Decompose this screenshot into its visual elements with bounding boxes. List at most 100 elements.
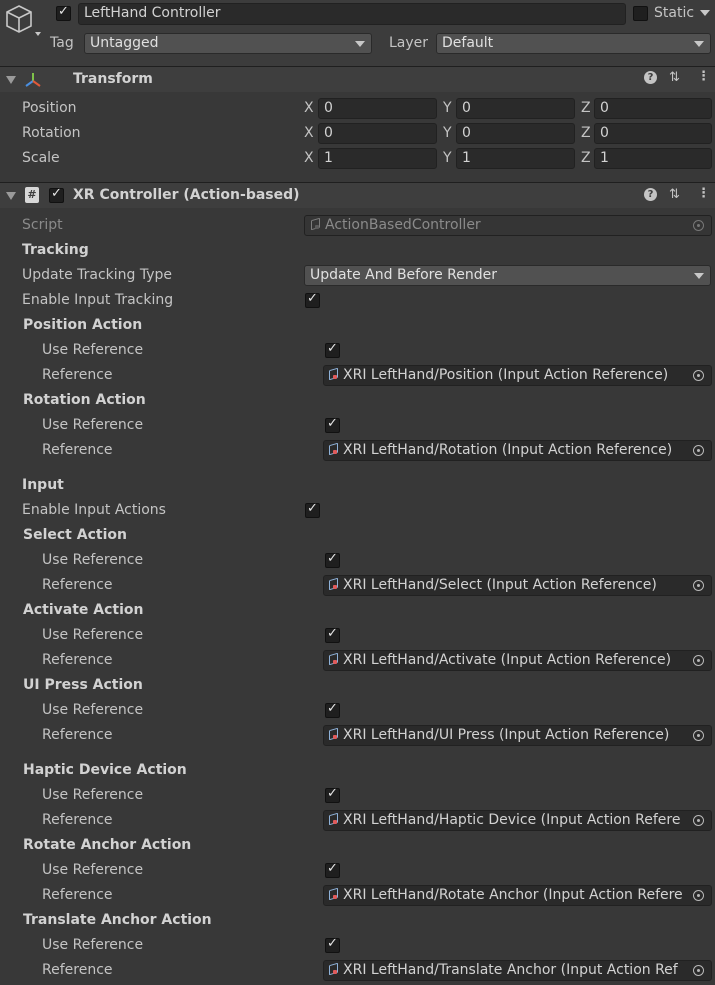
gameobject-cube-icon[interactable]: [5, 3, 45, 39]
haptic-reference-field[interactable]: XRI LeftHand/Haptic Device (Input Action…: [323, 810, 712, 831]
rotate-anchor-action-header: Rotate Anchor Action: [23, 837, 192, 853]
scale-z-field[interactable]: 1: [594, 148, 712, 169]
rotate-anchor-use-reference-checkbox[interactable]: [325, 861, 340, 878]
ui-press-reference-label: Reference: [42, 727, 113, 743]
translate-anchor-use-reference-checkbox[interactable]: [325, 936, 340, 953]
object-picker-icon[interactable]: [693, 370, 704, 381]
ui-press-use-reference-checkbox[interactable]: [325, 701, 340, 718]
position-use-reference-checkbox[interactable]: [325, 341, 340, 358]
position-x-label[interactable]: X: [304, 100, 314, 116]
update-tracking-caret-icon: [694, 273, 704, 279]
object-picker-icon[interactable]: [693, 890, 704, 901]
xr-enabled-checkbox[interactable]: [49, 186, 64, 203]
xr-more-menu-icon[interactable]: ⋮: [697, 186, 710, 201]
activate-reference-label: Reference: [42, 652, 113, 668]
xr-help-icon[interactable]: ?: [644, 188, 657, 201]
ui-press-reference-value: XRI LeftHand/UI Press (Input Action Refe…: [343, 727, 670, 743]
haptic-device-action-header: Haptic Device Action: [23, 762, 187, 778]
object-picker-icon[interactable]: [693, 815, 704, 826]
object-picker-icon[interactable]: [693, 580, 704, 591]
rotation-reference-field[interactable]: XRI LeftHand/Rotation (Input Action Refe…: [323, 440, 712, 461]
static-checkbox[interactable]: [633, 6, 648, 21]
scale-y-field[interactable]: 1: [456, 148, 575, 169]
object-picker-icon[interactable]: [693, 965, 704, 976]
object-picker-icon[interactable]: [693, 445, 704, 456]
position-reference-value: XRI LeftHand/Position (Input Action Refe…: [343, 367, 669, 383]
select-use-reference-label: Use Reference: [42, 552, 144, 568]
rotation-action-header: Rotation Action: [23, 392, 146, 408]
xr-presets-icon[interactable]: ⇅: [669, 187, 680, 202]
rotation-x-label[interactable]: X: [304, 125, 314, 141]
help-icon[interactable]: ?: [644, 71, 657, 84]
tag-caret-icon: [355, 41, 365, 47]
presets-icon[interactable]: ⇅: [669, 70, 680, 85]
rotation-reference-value: XRI LeftHand/Rotation (Input Action Refe…: [343, 442, 673, 458]
rotation-use-reference-label: Use Reference: [42, 417, 144, 433]
enable-input-actions-label: Enable Input Actions: [22, 502, 166, 518]
activate-use-reference-checkbox[interactable]: [325, 626, 340, 643]
rotation-reference-label: Reference: [42, 442, 113, 458]
layer-label: Layer: [389, 35, 429, 51]
active-checkbox[interactable]: [56, 4, 71, 21]
select-reference-field[interactable]: XRI LeftHand/Select (Input Action Refere…: [323, 575, 712, 596]
scale-y-label[interactable]: Y: [443, 150, 452, 166]
input-header: Input: [22, 477, 64, 493]
rotation-use-reference-checkbox[interactable]: [325, 416, 340, 433]
position-y-field[interactable]: 0: [456, 98, 575, 119]
activate-reference-field[interactable]: XRI LeftHand/Activate (Input Action Refe…: [323, 650, 712, 671]
position-x-field[interactable]: 0: [318, 98, 437, 119]
tag-dropdown[interactable]: Untagged: [84, 33, 372, 54]
script-picker-icon: [693, 220, 704, 231]
activate-reference-value: XRI LeftHand/Activate (Input Action Refe…: [343, 652, 672, 668]
input-action-reference-icon: [328, 653, 340, 665]
position-z-label[interactable]: Z: [581, 100, 591, 116]
transform-foldout-icon[interactable]: [6, 76, 16, 84]
script-label: Script: [22, 217, 63, 233]
select-action-header: Select Action: [23, 527, 127, 543]
rotation-z-label[interactable]: Z: [581, 125, 591, 141]
object-picker-icon[interactable]: [693, 730, 704, 741]
object-name-field[interactable]: LeftHand Controller: [78, 3, 626, 25]
ui-press-reference-field[interactable]: XRI LeftHand/UI Press (Input Action Refe…: [323, 725, 712, 746]
translate-anchor-reference-label: Reference: [42, 962, 113, 978]
rotation-x-field[interactable]: 0: [318, 123, 437, 144]
static-dropdown-icon[interactable]: [700, 10, 710, 16]
haptic-use-reference-checkbox[interactable]: [325, 786, 340, 803]
rotation-label: Rotation: [22, 125, 81, 141]
xr-foldout-icon[interactable]: [6, 192, 16, 200]
position-y-label[interactable]: Y: [443, 100, 452, 116]
scale-x-label[interactable]: X: [304, 150, 314, 166]
activate-use-reference-label: Use Reference: [42, 627, 144, 643]
haptic-reference-value: XRI LeftHand/Haptic Device (Input Action…: [343, 812, 681, 828]
activate-action-header: Activate Action: [23, 602, 144, 618]
update-tracking-dropdown[interactable]: Update And Before Render: [304, 265, 711, 286]
layer-dropdown[interactable]: Default: [436, 33, 711, 54]
script-field: ActionBasedController: [304, 215, 712, 236]
transform-title: Transform: [73, 71, 153, 87]
object-picker-icon[interactable]: [693, 655, 704, 666]
static-label: Static: [654, 5, 695, 21]
enable-input-tracking-label: Enable Input Tracking: [22, 292, 174, 308]
select-use-reference-checkbox[interactable]: [325, 551, 340, 568]
scale-x-field[interactable]: 1: [318, 148, 437, 169]
position-reference-field[interactable]: XRI LeftHand/Position (Input Action Refe…: [323, 365, 712, 386]
enable-input-actions-checkbox[interactable]: [305, 501, 320, 518]
tag-label: Tag: [50, 35, 74, 51]
position-z-field[interactable]: 0: [594, 98, 712, 119]
transform-body: Position X 0 Y 0 Z 0 Rotation X 0 Y 0 Z …: [0, 92, 715, 176]
update-tracking-label: Update Tracking Type: [22, 267, 173, 283]
translate-anchor-reference-field[interactable]: XRI LeftHand/Translate Anchor (Input Act…: [323, 960, 712, 981]
enable-input-tracking-checkbox[interactable]: [305, 291, 320, 308]
rotation-y-label[interactable]: Y: [443, 125, 452, 141]
rotation-y-field[interactable]: 0: [456, 123, 575, 144]
more-menu-icon[interactable]: ⋮: [697, 69, 710, 84]
haptic-reference-label: Reference: [42, 812, 113, 828]
xr-controller-header[interactable]: # XR Controller (Action-based) ? ⇅ ⋮: [0, 182, 715, 208]
transform-header[interactable]: Transform ? ⇅ ⋮: [0, 66, 715, 92]
input-action-reference-icon: [328, 443, 340, 455]
tracking-header: Tracking: [22, 242, 89, 258]
scale-z-label[interactable]: Z: [581, 150, 591, 166]
rotation-z-field[interactable]: 0: [594, 123, 712, 144]
rotate-anchor-reference-field[interactable]: XRI LeftHand/Rotate Anchor (Input Action…: [323, 885, 712, 906]
input-action-reference-icon: [328, 813, 340, 825]
